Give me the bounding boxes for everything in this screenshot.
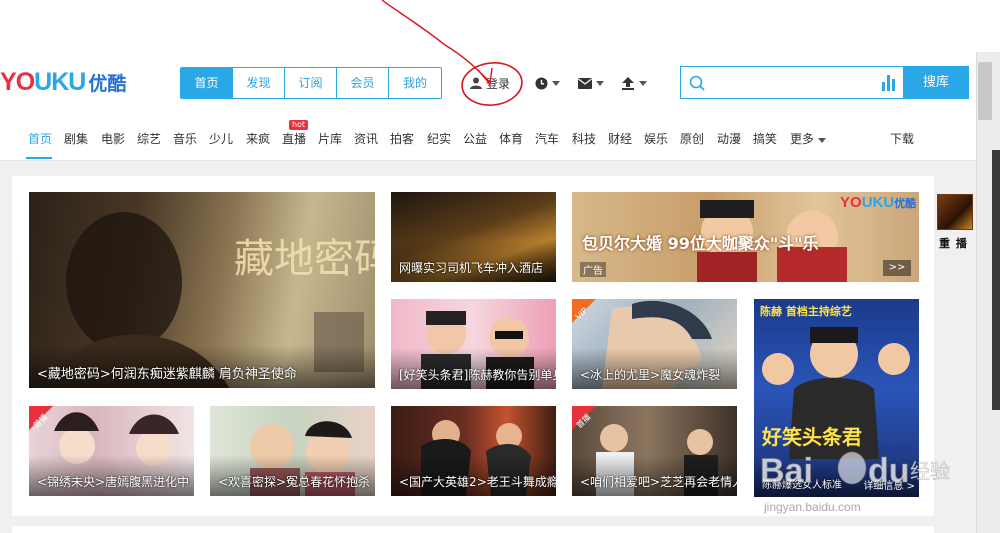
chevron-down-icon [639, 80, 647, 86]
mail-icon [578, 77, 592, 89]
tile-chenhe-variety[interactable]: 好笑头条君 陈赫 首档主持综艺 陈赫爆选女人标准 详细信息 > [754, 299, 919, 497]
search-input[interactable] [711, 71, 861, 95]
watermark-url: jingyan.baidu.com [764, 500, 861, 514]
tile-caption: <欢喜密探>冤总春花怀抱杀 [210, 455, 375, 496]
tile-huanxi-mitan[interactable]: <欢喜密探>冤总春花怀抱杀 [210, 406, 375, 496]
tile-caption: <冰上的尤里>魔女魂炸裂 [572, 348, 737, 389]
channel-documentary[interactable]: 纪实 [427, 130, 451, 147]
chevron-down-icon [552, 80, 560, 86]
channel-laifeng[interactable]: 来疯 [246, 130, 270, 147]
main-nav-mine[interactable]: 我的 [389, 68, 441, 98]
tile-feature-main[interactable]: 藏地密码 <藏地密码>何润东痴迷紫麒麟 肩负神圣使命 [29, 192, 375, 388]
search-box [680, 66, 904, 99]
tile-guochan-yingxiong[interactable]: <国产大英雄2>老王斗舞成瘾 [391, 406, 556, 496]
user-icon [470, 77, 482, 89]
side-dark-strip [992, 150, 1000, 410]
download-link[interactable]: 下载 [890, 130, 914, 147]
channel-sports[interactable]: 体育 [499, 130, 523, 147]
channel-bar: 首页 剧集 电影 综艺 音乐 少儿 来疯 直播 片库 资讯 拍客 纪实 公益 体… [0, 120, 976, 156]
bar-chart-icon[interactable] [882, 75, 896, 91]
chevron-down-icon [596, 80, 604, 86]
panel-bottom-edge [12, 526, 934, 533]
main-nav-vip[interactable]: 会员 [337, 68, 389, 98]
replay-thumbnail[interactable] [937, 194, 973, 230]
active-channel-underline [26, 157, 52, 159]
svg-text:好笑头条君: 好笑头条君 [761, 425, 862, 449]
tile-more-link[interactable]: 详细信息 > [863, 477, 915, 492]
tile-caption: [好笑头条君]陈赫教你告别单身 [391, 348, 556, 389]
channel-auto[interactable]: 汽车 [535, 130, 559, 147]
tile-caption: <咱们相爱吧>芝芝再会老情人 [572, 455, 737, 496]
channel-home[interactable]: 首页 [28, 130, 52, 147]
chevron-down-icon [818, 138, 827, 143]
tile-chenhe-single[interactable]: [好笑头条君]陈赫教你告别单身 [391, 299, 556, 389]
search-icon [689, 75, 705, 91]
login-label: 登录 [486, 76, 511, 91]
ad-tag: 广告 [580, 262, 606, 277]
tile-news-driver[interactable]: 网曝实习司机飞车冲入酒店 [391, 192, 556, 282]
tile-caption: <国产大英雄2>老王斗舞成瘾 [391, 455, 556, 496]
channel-music[interactable]: 音乐 [173, 130, 197, 147]
tile-jinxiu-weiyang[interactable]: 首播 <锦绣未央>唐嫣腹黑进化中 [29, 406, 194, 496]
tile-caption: 网曝实习司机飞车冲入酒店 [391, 241, 556, 282]
svg-text:藏地密码: 藏地密码 [234, 236, 375, 282]
tile-banner-wedding[interactable]: 包贝尔大婚 99位大咖聚众"斗"乐 广告 YOUKU 优酷 >> [572, 192, 919, 282]
message-button[interactable] [578, 76, 604, 90]
channel-kids[interactable]: 少儿 [209, 130, 233, 147]
channel-tech[interactable]: 科技 [572, 130, 596, 147]
upload-button[interactable] [621, 76, 647, 90]
channel-more-label: 更多 [790, 132, 815, 146]
logo-text-en: YOUKU [0, 68, 86, 96]
channel-live[interactable]: 直播 [282, 130, 306, 147]
banner-next-button[interactable]: >> [883, 260, 911, 276]
main-nav-subscribe[interactable]: 订阅 [285, 68, 337, 98]
search-button[interactable]: 搜库 [903, 66, 969, 99]
tile-yuri-on-ice[interactable]: VIP <冰上的尤里>魔女魂炸裂 [572, 299, 737, 389]
tile-title-overlay: 陈赫 首档主持综艺 [760, 305, 852, 318]
channel-paike[interactable]: 拍客 [390, 130, 414, 147]
tile-caption: <锦绣未央>唐嫣腹黑进化中 [29, 455, 194, 496]
youku-logo[interactable]: YOUKU 优酷 [0, 68, 126, 98]
clock-icon [535, 77, 548, 89]
main-nav: 首页 发现 订阅 会员 我的 [180, 67, 442, 99]
scrollbar-thumb[interactable] [978, 62, 992, 120]
tile-caption: <藏地密码>何润东痴迷紫麒麟 肩负神圣使命 [29, 345, 375, 388]
channel-movie[interactable]: 电影 [101, 130, 125, 147]
channel-funny[interactable]: 搞笑 [753, 130, 777, 147]
channel-drama[interactable]: 剧集 [64, 130, 88, 147]
channel-variety[interactable]: 综艺 [137, 130, 161, 147]
logo-text-cn: 优酷 [88, 73, 127, 95]
channel-library[interactable]: 片库 [318, 130, 342, 147]
history-button[interactable] [535, 76, 560, 90]
upload-icon [622, 76, 634, 90]
channel-more[interactable]: 更多 [790, 130, 827, 147]
main-nav-discover[interactable]: 发现 [233, 68, 285, 98]
channel-entertainment[interactable]: 娱乐 [644, 130, 668, 147]
channel-news[interactable]: 资讯 [354, 130, 378, 147]
channel-finance[interactable]: 财经 [608, 130, 632, 147]
banner-youku-logo: YOUKU 优酷 [840, 194, 917, 211]
banner-caption: 包贝尔大婚 99位大咖聚众"斗"乐 [582, 234, 819, 253]
tile-zanmen-xiangai[interactable]: 首播 <咱们相爱吧>芝芝再会老情人 [572, 406, 737, 496]
channel-anime[interactable]: 动漫 [717, 130, 741, 147]
replay-label: 重 播 [939, 237, 968, 250]
main-nav-home[interactable]: 首页 [181, 68, 233, 98]
channel-charity[interactable]: 公益 [463, 130, 487, 147]
channel-original[interactable]: 原创 [680, 130, 704, 147]
login-button[interactable]: 登录 [470, 72, 510, 94]
